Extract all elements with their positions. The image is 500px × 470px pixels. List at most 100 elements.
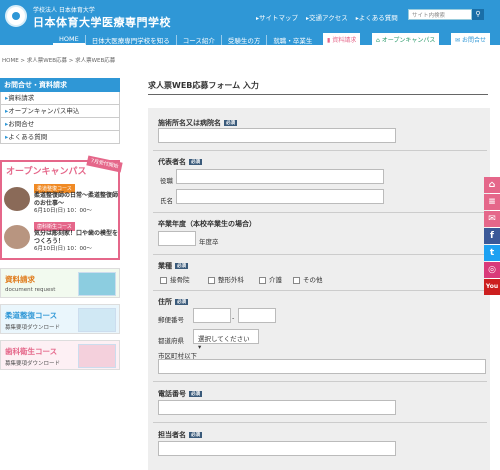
brochure-image [78,308,116,332]
divider [153,290,487,291]
sidebar: お問合せ・資料請求 資料請求 オープンキャンパス申込 お問合せ よくある質問 [0,78,120,144]
nav-home[interactable]: HOME [53,35,86,45]
address-label: 住所 必須 [158,298,188,306]
header: 学校法人 日本体育大学 日本体育大学医療専門学校 サイトマップ 交通アクセス よ… [0,0,500,45]
tel-label: 電話番号 必須 [158,390,202,398]
nav-applicants[interactable]: 受験生の方 [222,35,268,45]
school-name[interactable]: 日本体育大学医療専門学校 [33,14,171,30]
event-photo [4,225,30,249]
name-label: 氏名 [160,197,173,205]
nav-courses[interactable]: コース紹介 [177,35,222,45]
industry-checkbox-bonesetting[interactable]: 接骨院 [160,274,190,284]
breadcrumb: HOME > 求人票WEB応募 > 求人票WEB応募 [2,58,116,64]
industry-checkbox-other[interactable]: その他 [293,274,323,284]
banner-sub: document request [5,287,56,293]
required-badge: 必須 [175,263,188,269]
zip-first-input[interactable] [193,308,231,323]
sidebar-item-request[interactable]: 資料請求 [0,92,120,105]
position-label: 役職 [160,177,173,185]
city-input[interactable] [158,359,486,374]
search-icon: ⚲ [475,10,481,18]
banner-sub: 募集要項ダウンロード [5,361,61,367]
facebook-icon[interactable]: f [484,228,500,244]
facility-input[interactable] [158,128,396,143]
social-sidebar: ⌂ ≡ ✉ f t ◎ You [484,177,500,296]
main-content: 求人票WEB応募フォーム 入力 [148,80,488,101]
contact-person-input[interactable] [158,441,396,456]
sidebar-item-opencampus[interactable]: オープンキャンパス申込 [0,105,120,118]
brochure-image [78,344,116,368]
opencampus-event[interactable]: 柔道整復コース 柔道整復師の日常～柔道整復師のお仕事～ 6月10日(日) 10：… [4,184,118,214]
prefecture-select[interactable]: 選択してください ▾ [193,329,259,351]
required-badge: 必須 [189,391,202,397]
divider [153,150,487,151]
banner-title: 柔道整復コース [5,311,58,320]
industry-checkbox-care[interactable]: 介護 [259,274,282,284]
youtube-icon[interactable]: You [484,279,500,295]
divider [153,422,487,423]
industry-checkbox-orthopedics[interactable]: 整形外科 [208,274,244,284]
required-badge: 必須 [224,120,237,126]
brochure-image [78,272,116,296]
industry-label: 業種 必須 [158,262,188,270]
representative-label: 代表者名 必須 [158,158,202,166]
sidebar-title: お問合せ・資料請求 [0,78,120,92]
prefecture-label: 都道府県 [158,337,184,345]
position-input[interactable] [176,169,384,184]
opencampus-event[interactable]: 歯科衛生コース 気分は彫刻家！口や歯の模型をつくろう！ 6月10日(日) 10：… [4,222,118,252]
request-banner[interactable]: 資料請求 document request [0,268,120,298]
search-button[interactable]: ⚲ [472,9,484,20]
page-title: 求人票WEB応募フォーム 入力 [148,80,488,95]
zip-second-input[interactable] [238,308,276,323]
banner-sub: 募集要項ダウンロード [5,325,61,331]
contact-button[interactable]: ✉ お問合せ [451,33,490,45]
banner-title: 歯科衛生コース [5,347,58,356]
nav-career[interactable]: 就職・卒業生 [267,35,318,45]
school-logo[interactable] [5,5,27,27]
contact-person-label: 担当者名 必須 [158,431,202,439]
facility-label: 施術所名又は病院名 必須 [158,119,237,127]
dental-course-banner[interactable]: 歯科衛生コース 募集要項ダウンロード [0,340,120,370]
nav-about[interactable]: 日体大医療専門学校を知る [86,35,177,45]
divider [153,212,487,213]
topnav-sitemap[interactable]: サイトマップ [256,12,298,22]
event-date: 6月10日(日) 10：00～ [34,208,93,214]
banner-title: 資料請求 [5,275,35,284]
mail-icon: ✉ [455,37,462,44]
graduation-year-input[interactable] [158,231,196,246]
required-badge: 必須 [189,159,202,165]
opencampus-box[interactable]: 7月受付開始 オープンキャンパス 柔道整復コース 柔道整復師の日常～柔道整復師の… [0,155,123,260]
request-label: 資料請求 [332,37,357,44]
name-input[interactable] [176,189,384,204]
graduation-year-unit: 年度卒 [199,238,219,246]
request-button[interactable]: ▮ 資料請求 [323,33,361,45]
contact-label: お問合せ [461,37,486,44]
corp-name: 学校法人 日本体育大学 [33,7,95,14]
topnav-faq[interactable]: よくある質問 [356,12,398,22]
divider [153,381,487,382]
twitter-icon[interactable]: t [484,245,500,261]
top-nav: サイトマップ 交通アクセス よくある質問 [256,12,398,22]
document-icon[interactable]: ≡ [484,194,500,210]
tel-input[interactable] [158,400,396,415]
instagram-icon[interactable]: ◎ [484,262,500,278]
divider [153,254,487,255]
judo-course-banner[interactable]: 柔道整復コース 募集要項ダウンロード [0,304,120,334]
topnav-access[interactable]: 交通アクセス [306,12,348,22]
zip-dash: - [232,314,235,322]
opencampus-icon[interactable]: ⌂ [484,177,500,193]
required-badge: 必須 [189,432,202,438]
opencampus-label: オープンキャンパス [381,37,436,44]
prefecture-value: 選択してください [198,335,250,343]
zip-label: 郵便番号 [158,316,184,324]
mail-icon[interactable]: ✉ [484,211,500,227]
required-badge: 必須 [175,299,188,305]
sidebar-item-contact[interactable]: お問合せ [0,118,120,131]
search-input[interactable]: サイト内検索 [408,9,472,20]
graduation-year-label: 卒業年度（本校卒業生の場合） [158,220,256,228]
event-photo [4,187,30,211]
chevron-down-icon: ▾ [198,343,202,351]
sidebar-item-faq[interactable]: よくある質問 [0,131,120,144]
opencampus-button[interactable]: ⌂ オープンキャンパス [372,33,440,45]
main-nav: HOME 日体大医療専門学校を知る コース紹介 受験生の方 就職・卒業生 [53,35,318,45]
